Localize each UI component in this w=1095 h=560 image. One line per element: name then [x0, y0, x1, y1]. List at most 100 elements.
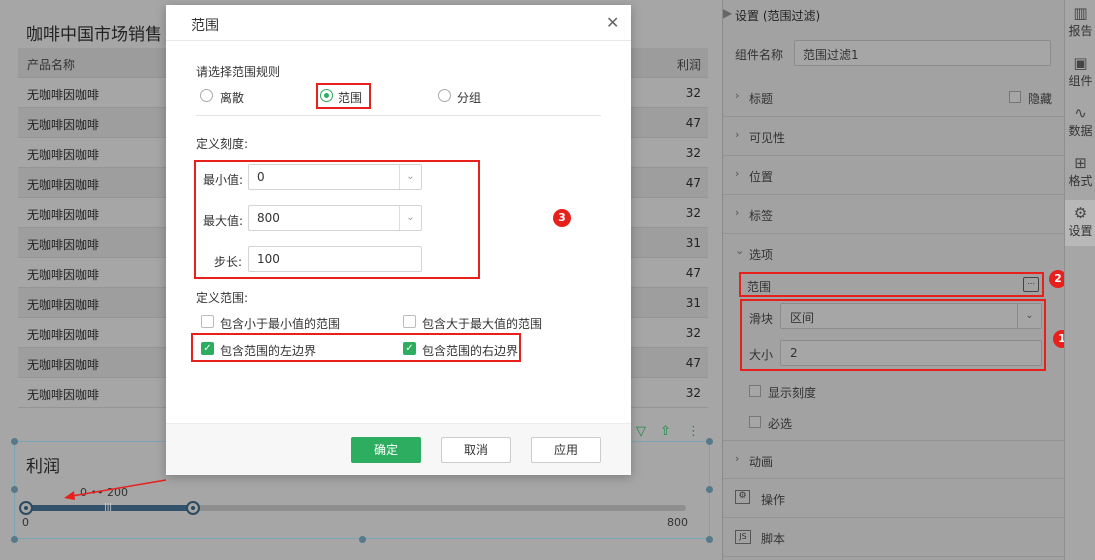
- slider-thumb-start[interactable]: [19, 501, 33, 515]
- section-title[interactable]: › 标题 隐藏: [723, 78, 1065, 117]
- cancel-button[interactable]: 取消: [441, 437, 511, 463]
- report-title: 咖啡中国市场销售: [26, 25, 162, 45]
- include-below-min-checkbox[interactable]: [201, 315, 214, 328]
- cell-product: 无咖啡因咖啡: [27, 178, 100, 192]
- show-scale-label: 显示刻度: [768, 386, 817, 400]
- cell-profit: 31: [685, 296, 701, 310]
- section-label: 动画: [749, 455, 774, 469]
- highlight-box-1: [740, 299, 1046, 371]
- cell-product: 无咖啡因咖啡: [27, 148, 100, 162]
- cell-product: 无咖啡因咖啡: [27, 238, 100, 252]
- gear-icon: ⚙: [1073, 204, 1088, 222]
- resize-handle[interactable]: [706, 536, 713, 543]
- divider: [196, 115, 601, 116]
- slider-thumb-end[interactable]: [186, 501, 200, 515]
- rule-prompt: 请选择范围规则: [196, 65, 281, 79]
- include-above-max-checkbox[interactable]: [403, 315, 416, 328]
- include-above-max-label[interactable]: 包含大于最大值的范围: [422, 315, 542, 332]
- resize-handle[interactable]: [359, 536, 366, 543]
- section-label: 标签: [749, 209, 774, 223]
- cell-product: 无咖啡因咖啡: [27, 118, 100, 132]
- component-name-input[interactable]: 范围过滤1: [794, 40, 1051, 66]
- sidebar-item-settings[interactable]: ⚙ 设置: [1065, 200, 1095, 246]
- sidebar-item-component[interactable]: ▣ 组件: [1065, 54, 1095, 89]
- cell-profit: 47: [685, 176, 701, 190]
- apply-button[interactable]: 应用: [531, 437, 601, 463]
- radio-discrete[interactable]: [200, 89, 213, 102]
- cell-profit: 31: [685, 236, 701, 250]
- right-sidebar: ▥ 报告 ▣ 组件 ∿ 数据 ⊞ 格式 ⚙ 设置: [1064, 0, 1095, 560]
- cell-profit: 32: [685, 86, 701, 100]
- section-label: 位置: [749, 170, 774, 184]
- section-position[interactable]: › 位置: [723, 156, 1065, 195]
- cell-product: 无咖啡因咖啡: [27, 388, 100, 402]
- sidebar-item-format[interactable]: ⊞ 格式: [1065, 154, 1095, 189]
- drag-grip-icon[interactable]: |||: [104, 502, 112, 511]
- scale-label: 定义刻度:: [196, 137, 249, 151]
- operation-icon: ⚙: [735, 490, 750, 504]
- collapse-icon[interactable]: ▶: [723, 6, 732, 20]
- section-visibility[interactable]: › 可见性: [723, 117, 1065, 156]
- widget-title: 利润: [26, 457, 60, 477]
- cell-profit: 32: [685, 386, 701, 400]
- section-script[interactable]: JS 脚本: [723, 518, 1065, 557]
- resize-handle[interactable]: [11, 438, 18, 445]
- script-icon: JS: [735, 530, 751, 544]
- sidebar-item-label: 格式: [1068, 174, 1093, 188]
- range-define-label: 定义范围:: [196, 291, 249, 305]
- radio-group[interactable]: [438, 89, 451, 102]
- axis-max-label: 800: [667, 516, 688, 529]
- resize-handle[interactable]: [706, 486, 713, 493]
- format-icon: ⊞: [1074, 154, 1087, 172]
- axis-min-label: 0: [22, 516, 29, 529]
- sidebar-item-label: 报告: [1068, 24, 1093, 38]
- ok-button[interactable]: 确定: [351, 437, 421, 463]
- radio-group-label[interactable]: 分组: [457, 89, 481, 106]
- close-icon[interactable]: ✕: [606, 13, 619, 32]
- required-checkbox[interactable]: [749, 416, 761, 428]
- hide-checkbox[interactable]: [1009, 91, 1021, 103]
- required-label: 必选: [768, 417, 793, 431]
- highlight-box-2: [739, 272, 1044, 297]
- component-icon: ▣: [1073, 54, 1088, 72]
- section-label: 可见性: [749, 131, 786, 145]
- cell-profit: 47: [685, 356, 701, 370]
- section-operation[interactable]: ⚙ 操作: [723, 479, 1065, 518]
- resize-handle[interactable]: [11, 486, 18, 493]
- section-animation[interactable]: › 动画: [723, 440, 1065, 479]
- highlight-box-range-rule: [316, 83, 371, 109]
- cell-profit: 32: [685, 326, 701, 340]
- resize-handle[interactable]: [11, 536, 18, 543]
- cell-product: 无咖啡因咖啡: [27, 268, 100, 282]
- include-below-min-label[interactable]: 包含小于最小值的范围: [220, 315, 340, 332]
- sidebar-item-label: 数据: [1068, 124, 1093, 138]
- cell-profit: 32: [685, 206, 701, 220]
- cell-profit: 47: [685, 266, 701, 280]
- section-options-label[interactable]: 选项: [749, 246, 773, 263]
- filter-icon[interactable]: ▽: [636, 424, 646, 439]
- column-header-profit: 利润: [676, 58, 701, 72]
- section-label: 操作: [761, 493, 786, 507]
- highlight-box-3: [194, 160, 480, 279]
- hide-label: 隐藏: [1028, 92, 1053, 106]
- component-name-label: 组件名称: [735, 48, 784, 62]
- resize-handle[interactable]: [706, 438, 713, 445]
- column-header-product: 产品名称: [27, 58, 76, 72]
- more-icon[interactable]: ⋮: [687, 424, 700, 439]
- dialog-header: [166, 5, 631, 41]
- sidebar-item-label: 设置: [1068, 224, 1093, 238]
- show-scale-checkbox[interactable]: [749, 385, 761, 397]
- dialog-title: 范围: [191, 18, 219, 34]
- section-label: 标题: [749, 92, 774, 106]
- chevron-down-icon[interactable]: ⌄: [735, 244, 744, 257]
- radio-discrete-label[interactable]: 离散: [220, 89, 244, 106]
- highlight-box-bounds: [191, 333, 521, 362]
- export-icon[interactable]: ⇧: [660, 424, 671, 439]
- sidebar-item-report[interactable]: ▥ 报告: [1065, 4, 1095, 39]
- cell-product: 无咖啡因咖啡: [27, 298, 100, 312]
- section-labels[interactable]: › 标签: [723, 195, 1065, 234]
- cell-product: 无咖啡因咖啡: [27, 88, 100, 102]
- cell-product: 无咖啡因咖啡: [27, 208, 100, 222]
- panel-header: 设置 (范围过滤): [735, 9, 821, 23]
- sidebar-item-data[interactable]: ∿ 数据: [1065, 104, 1095, 139]
